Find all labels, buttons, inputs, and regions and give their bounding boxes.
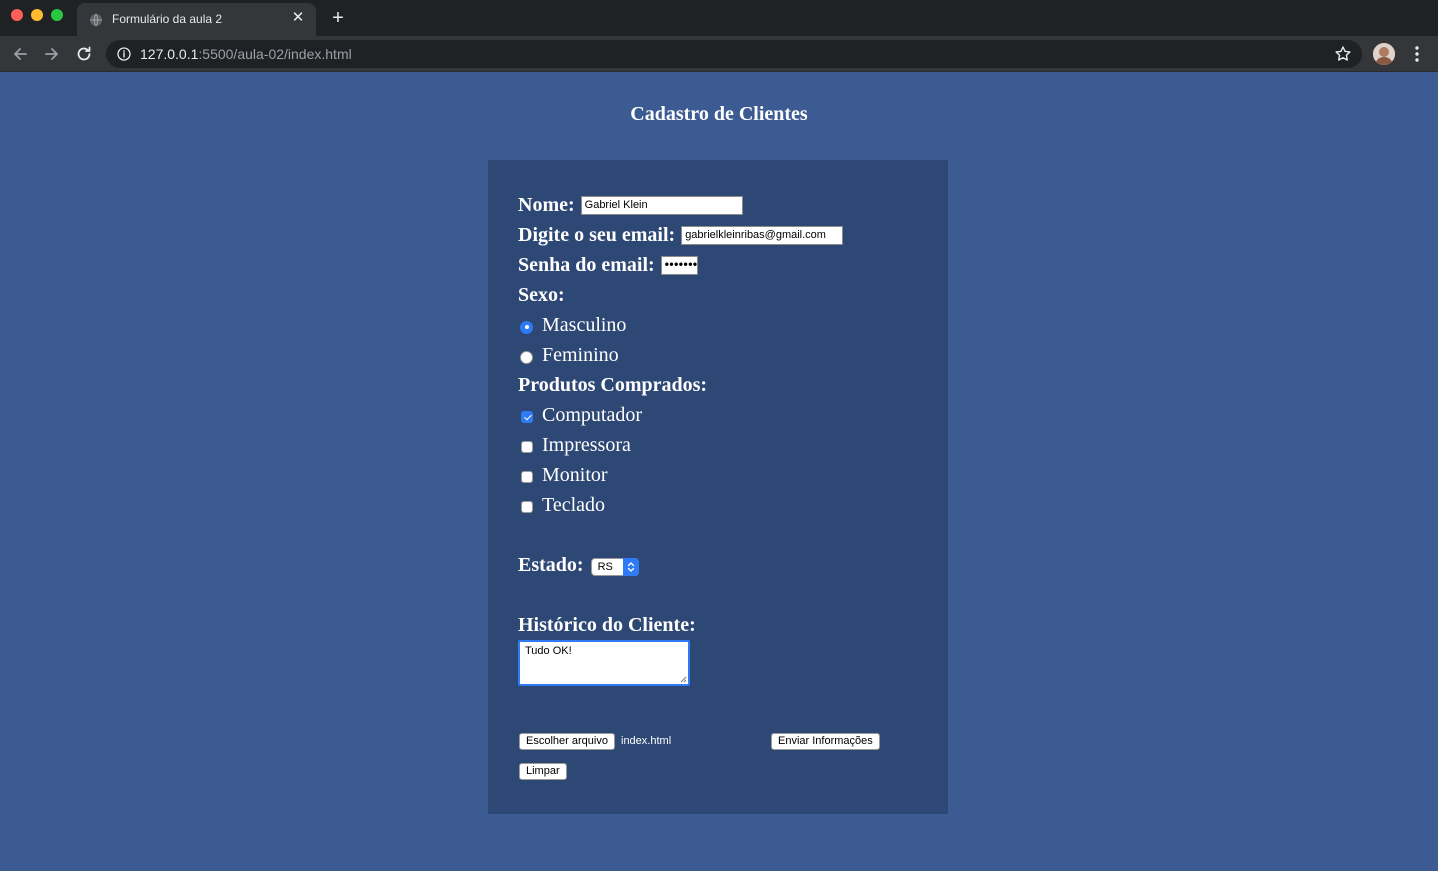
info-icon[interactable] bbox=[117, 47, 131, 61]
select-updown-icon bbox=[622, 558, 639, 576]
profile-avatar[interactable] bbox=[1373, 43, 1395, 65]
history-text: Tudo OK! bbox=[525, 645, 572, 657]
close-tab-icon[interactable]: ✕ bbox=[289, 9, 307, 27]
product-option-impressora[interactable]: Impressora bbox=[518, 431, 631, 459]
sex-row: Sexo: bbox=[518, 281, 565, 309]
address-bar[interactable]: 127.0.0.1:5500/aula-02/index.html bbox=[106, 40, 1362, 68]
radio-label-masculino: Masculino bbox=[542, 313, 627, 336]
checkbox-computador[interactable] bbox=[521, 411, 533, 423]
state-label: Estado: bbox=[518, 553, 584, 576]
choose-file-button[interactable]: Escolher arquivo bbox=[519, 733, 615, 750]
bookmark-star-icon[interactable] bbox=[1334, 45, 1352, 63]
history-label: Histórico do Cliente: bbox=[518, 613, 696, 636]
checkbox-monitor[interactable] bbox=[521, 471, 533, 483]
checkbox-impressora[interactable] bbox=[521, 441, 533, 453]
checkbox-label-teclado: Teclado bbox=[542, 493, 606, 516]
menu-dots-icon[interactable] bbox=[1409, 44, 1425, 64]
name-row: Nome: Gabriel Klein bbox=[518, 191, 743, 219]
products-row: Produtos Comprados: bbox=[518, 371, 707, 399]
url-text: 127.0.0.1:5500/aula-02/index.html bbox=[140, 46, 352, 62]
checkbox-label-monitor: Monitor bbox=[542, 463, 608, 486]
resize-grip-icon[interactable] bbox=[679, 675, 687, 683]
minimize-window-button[interactable] bbox=[31, 9, 43, 21]
page-title: Cadastro de Clientes bbox=[630, 103, 808, 125]
selected-file-name: index.html bbox=[621, 735, 672, 747]
checkbox-teclado[interactable] bbox=[521, 501, 533, 513]
maximize-window-button[interactable] bbox=[51, 9, 63, 21]
email-row: Digite o seu email: gabrielkleinribas@gm… bbox=[518, 221, 844, 249]
email-label: Digite o seu email: bbox=[518, 223, 676, 246]
product-option-computador[interactable]: Computador bbox=[518, 401, 642, 429]
submit-button[interactable]: Enviar Informações bbox=[771, 733, 880, 750]
radio-label-feminino: Feminino bbox=[542, 343, 619, 366]
product-option-teclado[interactable]: Teclado bbox=[518, 491, 605, 519]
name-label: Nome: bbox=[518, 193, 575, 216]
globe-icon bbox=[90, 13, 102, 27]
user-photo-icon bbox=[1373, 43, 1395, 65]
checkbox-label-computador: Computador bbox=[542, 403, 642, 426]
name-input[interactable]: Gabriel Klein bbox=[580, 195, 743, 215]
close-window-button[interactable] bbox=[11, 9, 23, 21]
radio-feminino[interactable] bbox=[520, 350, 533, 364]
back-arrow-icon[interactable] bbox=[10, 44, 30, 64]
email-input[interactable]: gabrielkleinribas@gmail.com bbox=[681, 225, 844, 245]
product-option-monitor[interactable]: Monitor bbox=[518, 461, 608, 489]
state-select-value: RS bbox=[597, 561, 613, 573]
sex-option-masculino[interactable]: Masculino bbox=[518, 311, 626, 339]
sex-label: Sexo: bbox=[518, 283, 565, 306]
state-select[interactable]: RS bbox=[590, 558, 639, 576]
radio-masculino[interactable] bbox=[520, 320, 533, 334]
state-row: Estado: RS bbox=[518, 551, 639, 579]
password-row: Senha do email: ••••••• bbox=[518, 251, 698, 279]
history-textarea[interactable]: Tudo OK! bbox=[518, 640, 690, 686]
password-label: Senha do email: bbox=[518, 253, 655, 276]
tab-title: Formulário da aula 2 bbox=[112, 12, 223, 26]
sex-option-feminino[interactable]: Feminino bbox=[518, 341, 619, 369]
password-input[interactable]: ••••••• bbox=[660, 255, 698, 275]
browser-toolbar: 127.0.0.1:5500/aula-02/index.html bbox=[0, 36, 1438, 72]
reload-icon[interactable] bbox=[74, 44, 94, 64]
browser-tab-bar: Formulário da aula 2 ✕ + bbox=[0, 0, 1438, 36]
forward-arrow-icon[interactable] bbox=[42, 44, 62, 64]
browser-tab[interactable]: Formulário da aula 2 ✕ bbox=[77, 3, 316, 36]
new-tab-button[interactable]: + bbox=[328, 7, 348, 29]
reset-button[interactable]: Limpar bbox=[519, 763, 567, 780]
products-label: Produtos Comprados: bbox=[518, 373, 708, 396]
history-row: Histórico do Cliente: bbox=[518, 611, 696, 639]
checkbox-label-impressora: Impressora bbox=[542, 433, 631, 456]
